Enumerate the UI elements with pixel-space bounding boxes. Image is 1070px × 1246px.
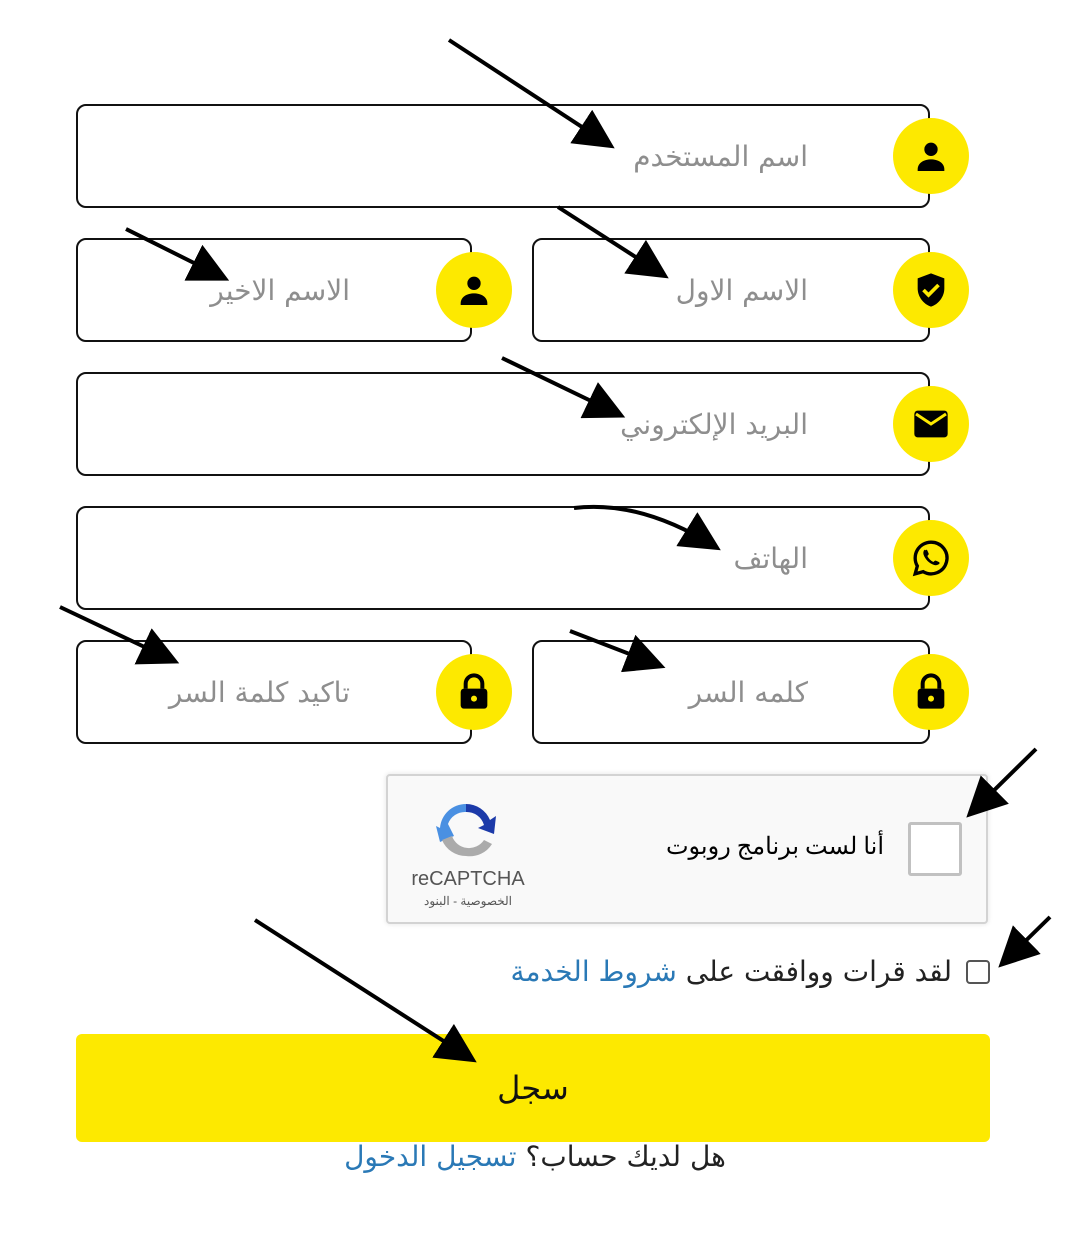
password-input[interactable] [534, 642, 868, 742]
first-name-icon-badge [893, 252, 969, 328]
first-name-field[interactable] [532, 238, 930, 342]
confirm-password-input[interactable] [78, 642, 410, 742]
lock-icon [460, 673, 488, 709]
login-prompt: هل لديك حساب؟ تسجيل الدخول [0, 1140, 1070, 1173]
recaptcha-label: أنا لست برنامج روبوت [665, 834, 884, 860]
whatsapp-icon [912, 540, 949, 577]
recaptcha-checkbox[interactable] [908, 822, 962, 876]
terms-checkbox[interactable] [966, 959, 990, 984]
login-link[interactable]: تسجيل الدخول [344, 1140, 517, 1173]
terms-row: لقد قرات ووافقت على شروط الخدمة [511, 955, 990, 988]
username-icon-badge [893, 118, 969, 194]
confirm-password-field[interactable] [76, 640, 472, 744]
recaptcha-brand: reCAPTCHA [411, 868, 525, 890]
email-icon-badge [893, 386, 969, 462]
last-name-field[interactable] [76, 238, 472, 342]
phone-icon-badge [893, 520, 969, 596]
recaptcha-logo-icon [436, 803, 496, 857]
recaptcha-privacy-link[interactable]: الخصوصية [460, 894, 512, 908]
last-name-input[interactable] [78, 240, 410, 340]
first-name-input[interactable] [534, 240, 868, 340]
username-field[interactable] [76, 104, 930, 208]
confirm-password-icon-badge [436, 654, 512, 730]
lock-icon [917, 673, 945, 709]
username-input[interactable] [78, 106, 868, 206]
arrow-terms [998, 915, 1052, 968]
phone-input[interactable] [78, 508, 868, 608]
register-button[interactable]: سجل [76, 1034, 990, 1142]
shield-check-icon [917, 273, 945, 307]
terms-text: لقد قرات ووافقت على [685, 955, 952, 988]
login-prompt-text: هل لديك حساب؟ [525, 1140, 726, 1173]
recaptcha-links: الخصوصية - البنود [402, 894, 534, 908]
phone-field[interactable] [76, 506, 930, 610]
recaptcha-separator: - [449, 894, 461, 908]
user-icon [917, 142, 945, 171]
recaptcha-widget: أنا لست برنامج روبوت reCAPTCHA الخصوصية … [386, 774, 988, 924]
password-field[interactable] [532, 640, 930, 744]
email-field[interactable] [76, 372, 930, 476]
password-icon-badge [893, 654, 969, 730]
last-name-icon-badge [436, 252, 512, 328]
user-icon [460, 276, 488, 305]
envelope-icon [914, 410, 948, 438]
recaptcha-terms-link[interactable]: البنود [424, 894, 450, 908]
terms-link[interactable]: شروط الخدمة [511, 955, 677, 988]
email-input[interactable] [78, 374, 868, 474]
